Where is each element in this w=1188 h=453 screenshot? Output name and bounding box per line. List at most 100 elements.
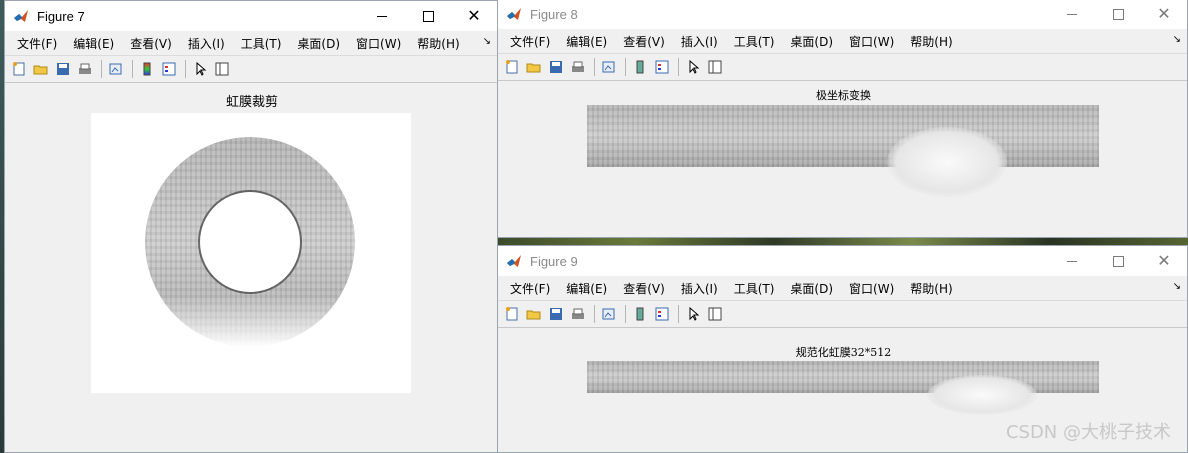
print-button[interactable]: [75, 59, 95, 79]
menu-insert[interactable]: 插入(I): [180, 35, 233, 52]
menu-overflow-icon[interactable]: ↘: [1173, 281, 1181, 292]
property-inspector-button[interactable]: [705, 304, 725, 324]
pupil-cutout: [200, 192, 300, 292]
menu-desktop[interactable]: 桌面(D): [782, 33, 841, 50]
menu-file[interactable]: 文件(F): [502, 280, 558, 297]
insert-colorbar-button[interactable]: [630, 57, 650, 77]
minimize-button[interactable]: [1049, 246, 1095, 276]
maximize-icon: [1112, 255, 1124, 267]
property-inspector-icon: [708, 307, 722, 321]
save-icon: [550, 61, 562, 73]
insert-legend-button[interactable]: [652, 304, 672, 324]
property-inspector-button[interactable]: [212, 59, 232, 79]
save-button[interactable]: [546, 304, 566, 324]
menu-help[interactable]: 帮助(H): [902, 280, 960, 297]
open-file-icon: [526, 63, 541, 73]
title-bar[interactable]: Figure 9 ✕: [498, 246, 1187, 276]
maximize-button[interactable]: [1095, 246, 1141, 276]
figure-9-window: Figure 9 ✕ 文件(F) 编辑(E) 查看(V) 插入(I) 工具(T)…: [497, 245, 1188, 453]
edit-plot-arrow-icon: [689, 59, 700, 74]
menu-help[interactable]: 帮助(H): [409, 35, 467, 52]
window-title: Figure 9: [530, 253, 578, 269]
title-bar[interactable]: Figure 7 ✕: [5, 1, 497, 31]
menu-insert[interactable]: 插入(I): [673, 280, 726, 297]
close-button[interactable]: ✕: [1141, 0, 1187, 29]
minimize-icon: [1067, 260, 1077, 262]
close-icon: ✕: [1157, 4, 1171, 23]
link-plot-button[interactable]: [599, 57, 619, 77]
toolbar-separator: [132, 60, 133, 78]
menu-file[interactable]: 文件(F): [502, 33, 558, 50]
print-button[interactable]: [568, 57, 588, 77]
normalized-iris-image: [587, 361, 1099, 415]
menu-tools[interactable]: 工具(T): [233, 35, 290, 52]
title-bar[interactable]: Figure 8 ✕: [498, 0, 1187, 29]
menu-desktop[interactable]: 桌面(D): [289, 35, 348, 52]
link-plot-button[interactable]: [106, 59, 126, 79]
insert-legend-button[interactable]: [652, 57, 672, 77]
menu-help[interactable]: 帮助(H): [902, 33, 960, 50]
toolbar-separator: [625, 305, 626, 323]
watermark-text: CSDN @大桃子技术: [1005, 422, 1171, 443]
menu-overflow-icon[interactable]: ↘: [1173, 34, 1181, 45]
save-icon: [550, 308, 562, 320]
maximize-button[interactable]: [1095, 0, 1141, 29]
menu-edit[interactable]: 编辑(E): [558, 280, 615, 297]
new-figure-button[interactable]: [502, 57, 522, 77]
menu-view[interactable]: 查看(V): [615, 33, 673, 50]
toolbar-separator: [594, 58, 595, 76]
save-button[interactable]: [53, 59, 73, 79]
open-file-button[interactable]: [31, 59, 51, 79]
insert-colorbar-icon: [636, 60, 644, 74]
property-inspector-icon: [708, 60, 722, 74]
menu-edit[interactable]: 编辑(E): [558, 33, 615, 50]
toolbar-separator: [678, 305, 679, 323]
menu-view[interactable]: 查看(V): [122, 35, 180, 52]
insert-colorbar-button[interactable]: [137, 59, 157, 79]
open-file-button[interactable]: [524, 304, 544, 324]
menu-window[interactable]: 窗口(W): [348, 35, 409, 52]
new-figure-button[interactable]: [502, 304, 522, 324]
minimize-button[interactable]: [359, 1, 405, 31]
edit-plot-button[interactable]: [683, 304, 703, 324]
menu-window[interactable]: 窗口(W): [841, 33, 902, 50]
menu-desktop[interactable]: 桌面(D): [782, 280, 841, 297]
link-plot-icon: [602, 61, 615, 73]
open-file-icon: [33, 65, 48, 75]
edit-plot-button[interactable]: [190, 59, 210, 79]
save-button[interactable]: [546, 57, 566, 77]
close-button[interactable]: ✕: [451, 1, 497, 31]
new-figure-icon: [13, 62, 25, 76]
menu-bar: 文件(F) 编辑(E) 查看(V) 插入(I) 工具(T) 桌面(D) 窗口(W…: [498, 29, 1187, 53]
toolbar-separator: [101, 60, 102, 78]
menu-tools[interactable]: 工具(T): [726, 33, 783, 50]
menu-overflow-icon[interactable]: ↘: [483, 36, 491, 47]
matlab-icon: [14, 10, 28, 22]
property-inspector-button[interactable]: [705, 57, 725, 77]
menu-bar: 文件(F) 编辑(E) 查看(V) 插入(I) 工具(T) 桌面(D) 窗口(W…: [5, 31, 497, 55]
insert-legend-button[interactable]: [159, 59, 179, 79]
menu-insert[interactable]: 插入(I): [673, 33, 726, 50]
menu-edit[interactable]: 编辑(E): [65, 35, 122, 52]
insert-colorbar-button[interactable]: [630, 304, 650, 324]
menu-window[interactable]: 窗口(W): [841, 280, 902, 297]
minimize-button[interactable]: [1049, 0, 1095, 29]
menu-file[interactable]: 文件(F): [9, 35, 65, 52]
print-button[interactable]: [568, 304, 588, 324]
menu-tools[interactable]: 工具(T): [726, 280, 783, 297]
open-file-button[interactable]: [524, 57, 544, 77]
figure-7-window: Figure 7 ✕ 文件(F) 编辑(E) 查看(V) 插入(I) 工具(T)…: [4, 0, 498, 453]
new-figure-icon: [506, 307, 518, 321]
insert-legend-icon: [655, 307, 669, 321]
axes-title: 规范化虹膜32*512: [795, 346, 892, 359]
link-plot-button[interactable]: [599, 304, 619, 324]
window-title: Figure 8: [530, 6, 578, 22]
close-button[interactable]: ✕: [1141, 246, 1187, 276]
minimize-icon: [377, 15, 387, 17]
new-figure-button[interactable]: [9, 59, 29, 79]
maximize-button[interactable]: [405, 1, 451, 31]
insert-colorbar-icon: [636, 307, 644, 321]
edit-plot-button[interactable]: [683, 57, 703, 77]
menu-view[interactable]: 查看(V): [615, 280, 673, 297]
maximize-icon: [1112, 8, 1124, 20]
